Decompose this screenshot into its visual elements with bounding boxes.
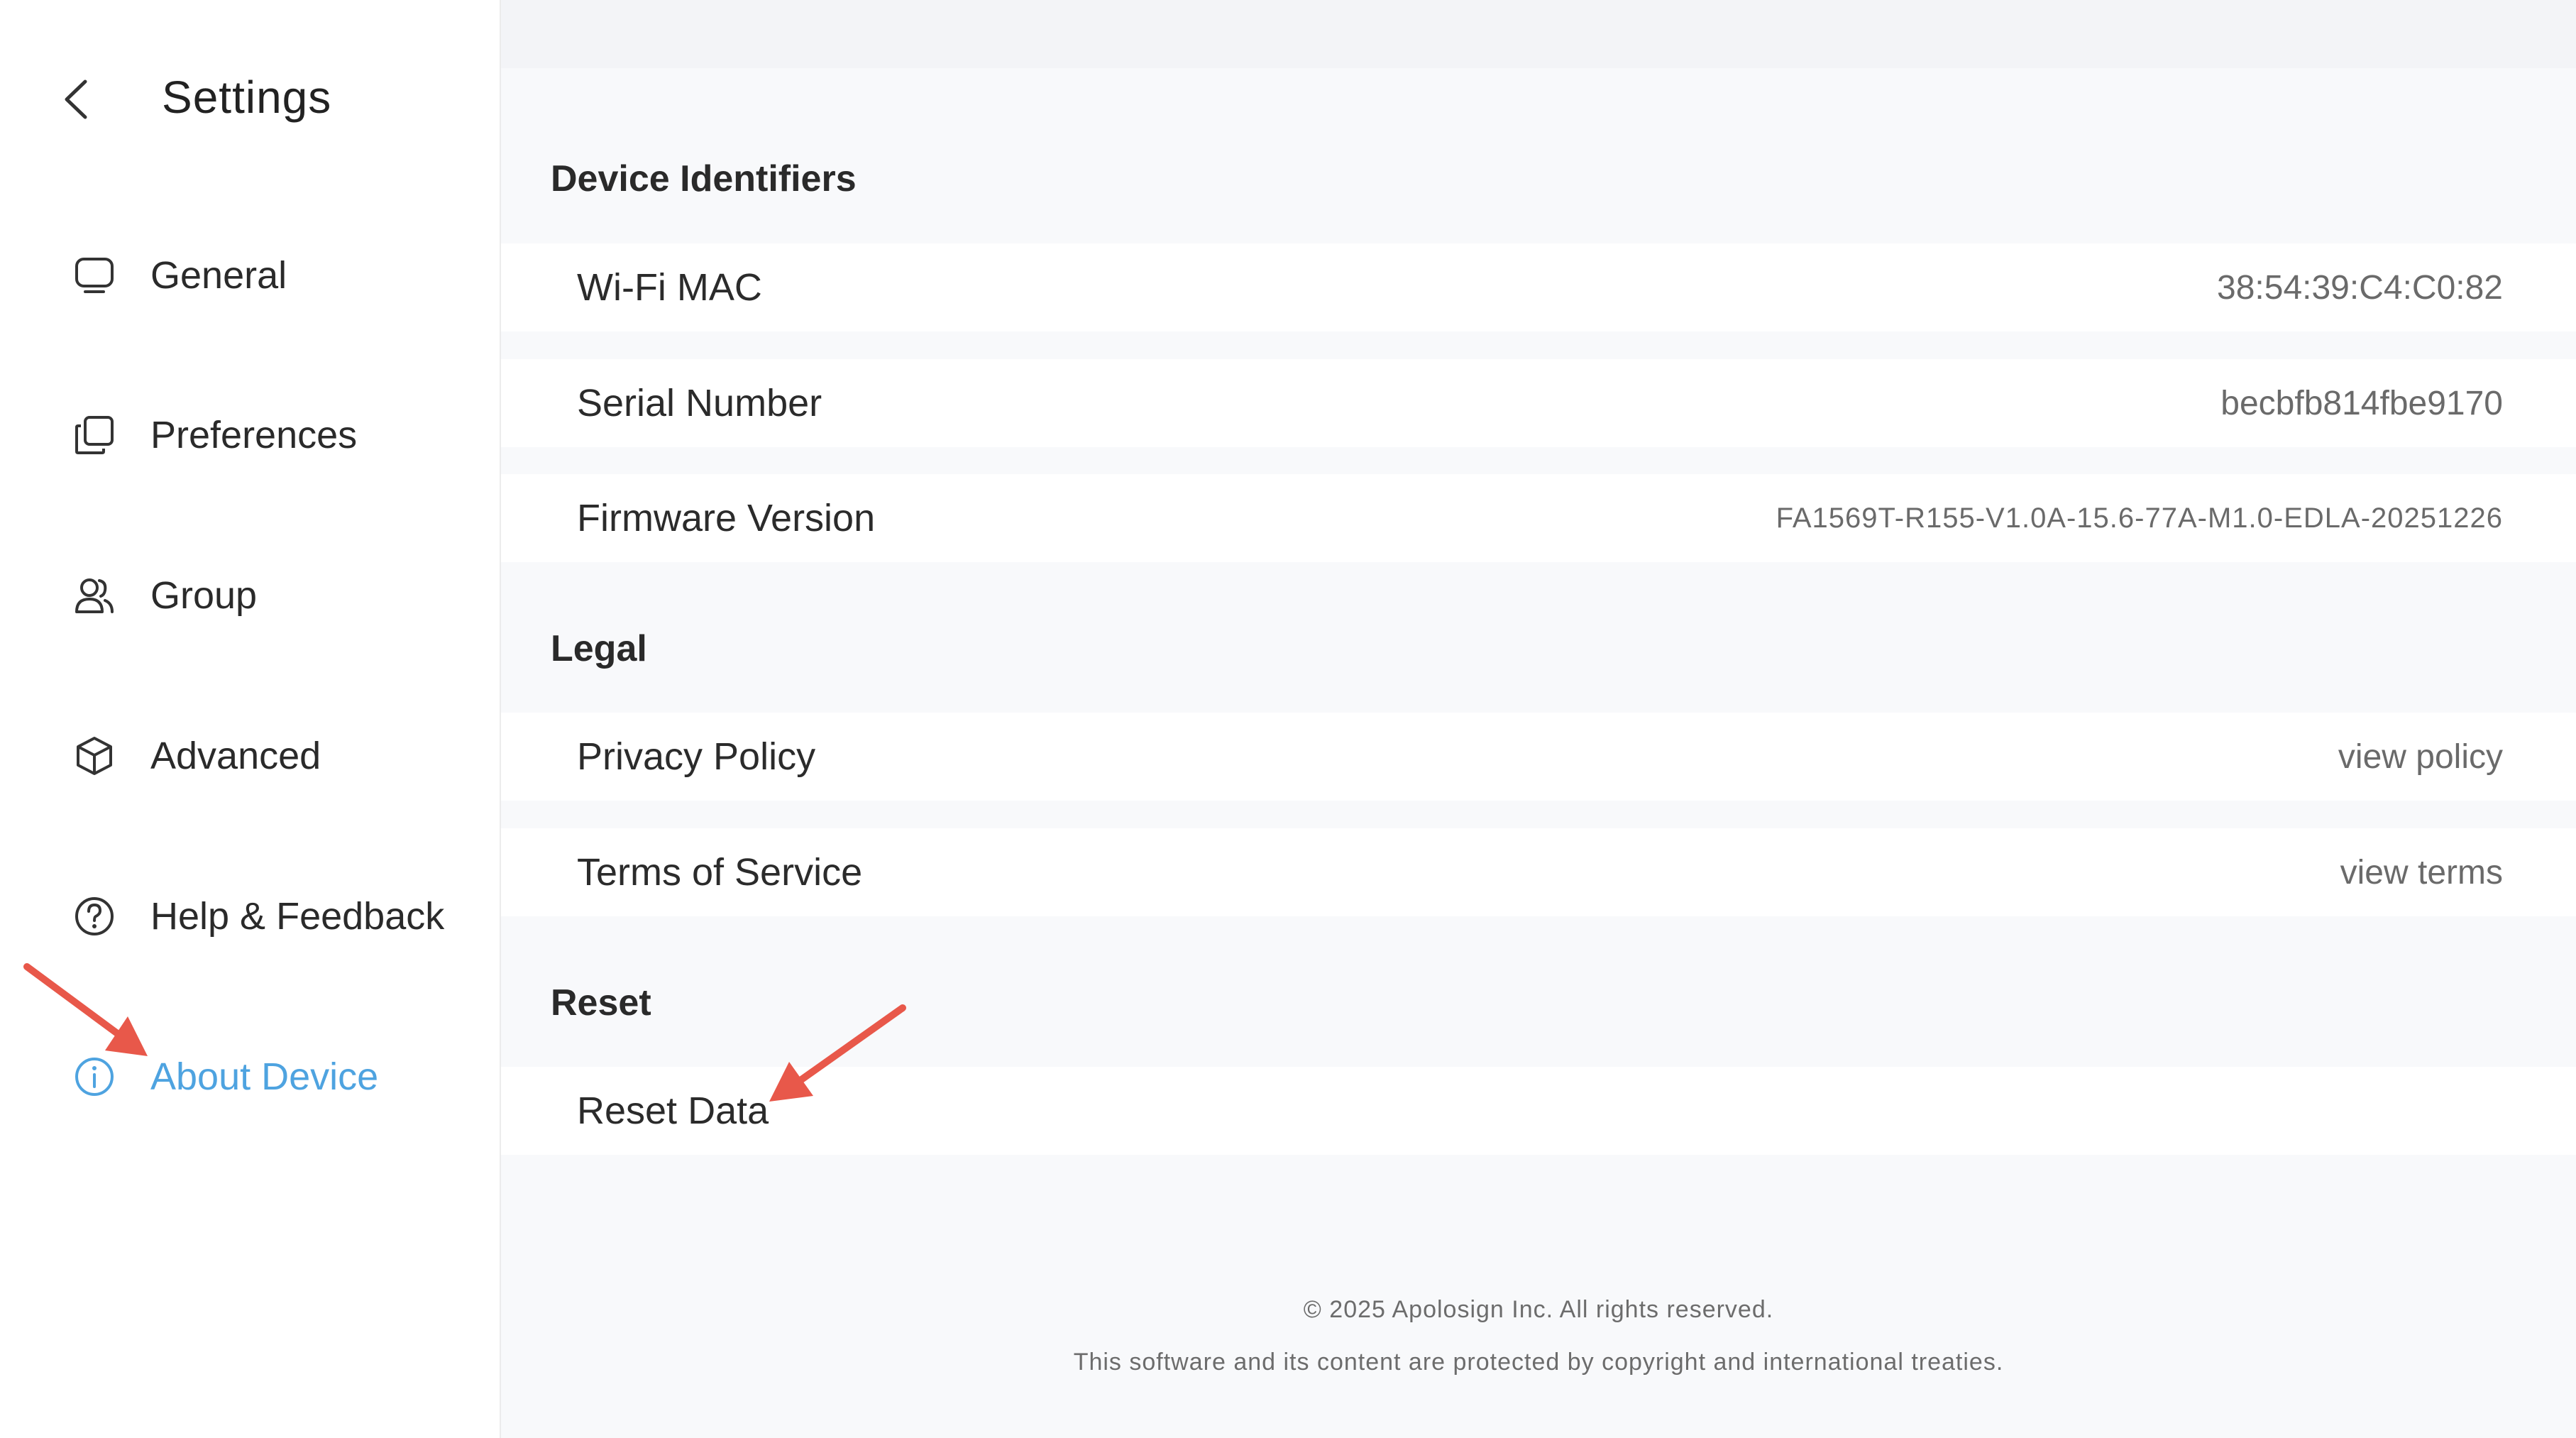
info-circle-icon <box>71 1053 118 1100</box>
reset-data-button[interactable]: Reset Data <box>577 1089 769 1133</box>
help-circle-icon <box>71 893 118 940</box>
sidebar-item-label: Group <box>150 574 258 617</box>
row-privacy-policy[interactable]: Privacy Policy view policy <box>501 713 2576 801</box>
sidebar-item-label: Help & Feedback <box>150 895 445 938</box>
users-icon <box>71 572 118 619</box>
row-wifi-mac: Wi-Fi MAC 38:54:39:C4:C0:82 <box>501 243 2576 331</box>
row-label: Serial Number <box>577 382 822 424</box>
row-value: 38:54:39:C4:C0:82 <box>2217 268 2503 307</box>
sidebar-item-general[interactable]: General <box>71 236 483 314</box>
footer-notice: This software and its content are protec… <box>1073 1349 2004 1376</box>
footer-copyright: © 2025 Apolosign Inc. All rights reserve… <box>1303 1296 1774 1323</box>
row-value: becbfb814fbe9170 <box>2220 384 2503 422</box>
section-title-legal: Legal <box>551 628 647 669</box>
cube-icon <box>71 732 118 779</box>
main-content: Device Identifiers Wi-Fi MAC 38:54:39:C4… <box>501 0 2576 1438</box>
sidebar-item-help-feedback[interactable]: Help & Feedback <box>71 877 483 955</box>
row-firmware-version: Firmware Version FA1569T-R155-V1.0A-15.6… <box>501 474 2576 562</box>
row-terms-of-service[interactable]: Terms of Service view terms <box>501 828 2576 916</box>
sidebar: Settings General Preferences Group Advan… <box>0 0 501 1438</box>
sidebar-item-preferences[interactable]: Preferences <box>71 396 483 474</box>
section-title-device-identifiers: Device Identifiers <box>551 158 857 199</box>
sidebar-item-about-device[interactable]: About Device <box>71 1038 483 1116</box>
row-value: FA1569T-R155-V1.0A-15.6-77A-M1.0-EDLA-20… <box>1776 502 2503 534</box>
chevron-left-icon <box>65 79 87 119</box>
top-strip <box>501 0 2576 68</box>
row-label: Terms of Service <box>577 851 863 894</box>
sidebar-header: Settings <box>0 0 500 199</box>
row-label: Firmware Version <box>577 497 876 539</box>
sidebar-item-group[interactable]: Group <box>71 556 483 635</box>
monitor-icon <box>71 252 118 299</box>
row-label: Privacy Policy <box>577 735 816 778</box>
back-button[interactable] <box>51 75 101 124</box>
view-policy-link[interactable]: view policy <box>2338 737 2503 776</box>
settings-app: Settings General Preferences Group Advan… <box>0 0 2576 1438</box>
row-label: Wi-Fi MAC <box>577 266 762 309</box>
sidebar-item-label: General <box>150 254 287 297</box>
sidebar-item-label: Advanced <box>150 735 321 777</box>
copy-icon <box>71 412 118 459</box>
sidebar-item-label: Preferences <box>150 414 358 456</box>
sidebar-item-advanced[interactable]: Advanced <box>71 717 483 795</box>
section-title-reset: Reset <box>551 982 651 1023</box>
page-title: Settings <box>162 72 332 123</box>
sidebar-item-label: About Device <box>150 1055 379 1098</box>
row-serial-number: Serial Number becbfb814fbe9170 <box>501 359 2576 447</box>
row-reset-data[interactable]: Reset Data <box>501 1067 2576 1155</box>
view-terms-link[interactable]: view terms <box>2340 853 2503 892</box>
